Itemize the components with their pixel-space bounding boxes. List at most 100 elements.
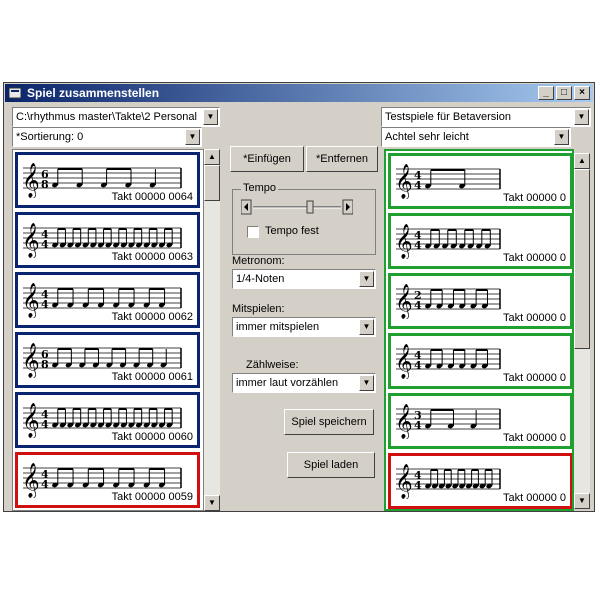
- save-game-button[interactable]: Spiel speichern: [284, 409, 374, 435]
- right-scrollbar[interactable]: ▲ ▼: [574, 153, 590, 509]
- mitspielen-select[interactable]: immer mitspielen ▼: [232, 317, 376, 337]
- svg-text:4: 4: [414, 419, 422, 432]
- chevron-down-icon[interactable]: ▼: [574, 109, 589, 125]
- close-icon[interactable]: ×: [574, 86, 590, 100]
- remove-button[interactable]: *Entfernen: [306, 146, 378, 172]
- zaehlweise-select[interactable]: immer laut vorzählen ▼: [232, 373, 376, 393]
- bar-number-label: Takt 00000 0060: [111, 431, 193, 443]
- collection-select[interactable]: Testspiele für Betaversion ▼: [381, 107, 591, 127]
- svg-text:4: 4: [41, 478, 49, 491]
- tempo-group: Tempo Tempo fest: [232, 182, 376, 255]
- staff-icon: 𝄞 44: [395, 164, 501, 199]
- load-game-button[interactable]: Spiel laden: [287, 452, 375, 478]
- right-bar-card[interactable]: 𝄞 4 4 Takt 00000 0: [388, 213, 572, 269]
- scroll-up-icon[interactable]: ▲: [204, 149, 220, 165]
- tempo-fixed-label: Tempo fest: [265, 225, 319, 237]
- zaehlweise-value: immer laut vorzählen: [236, 377, 339, 389]
- right-bar-card[interactable]: 𝄞 2 4 Takt 00000 0: [388, 273, 572, 329]
- chevron-down-icon[interactable]: ▼: [359, 375, 374, 391]
- chevron-down-icon[interactable]: ▼: [185, 129, 200, 145]
- left-bar-card[interactable]: 𝄞 6 8 Takt 00000 0064: [15, 152, 200, 208]
- app-window: Spiel zusammenstellen _ □ × C:\rhythmus …: [3, 82, 595, 512]
- tempo-fixed-checkbox[interactable]: [247, 226, 259, 238]
- staff-icon: 𝄞 44: [395, 224, 501, 259]
- bar-number-label: Takt 00000 0: [503, 252, 566, 264]
- chevron-down-icon[interactable]: ▼: [554, 129, 569, 145]
- mitspielen-label: Mitspielen:: [232, 303, 285, 315]
- level-value: Achtel sehr leicht: [385, 131, 469, 143]
- bar-number-label: Takt 00000 0064: [111, 191, 193, 203]
- right-bar-card[interactable]: 𝄞 3 4 Takt 00000 0: [388, 393, 572, 449]
- svg-text:4: 4: [414, 179, 422, 192]
- left-bar-card[interactable]: 𝄞 4 4 Takt 00000 0063: [15, 212, 200, 268]
- path-value: C:\rhythmus master\Takte\2 Personal: [16, 111, 197, 123]
- title-bar[interactable]: Spiel zusammenstellen _ □ ×: [5, 84, 593, 102]
- svg-text:4: 4: [41, 298, 49, 311]
- tempo-slider[interactable]: [241, 198, 353, 216]
- insert-button[interactable]: *Einfügen: [230, 146, 304, 172]
- bar-number-label: Takt 00000 0: [503, 492, 566, 504]
- svg-text:4: 4: [41, 418, 49, 431]
- mitspielen-value: immer mitspielen: [236, 321, 320, 333]
- scroll-up-icon[interactable]: ▲: [574, 153, 590, 169]
- left-scrollbar[interactable]: ▲ ▼: [204, 149, 220, 511]
- bar-number-label: Takt 00000 0062: [111, 311, 193, 323]
- bar-number-label: Takt 00000 0063: [111, 251, 193, 263]
- maximize-icon[interactable]: □: [556, 86, 572, 100]
- sort-select[interactable]: *Sortierung: 0 ▼: [12, 127, 202, 147]
- svg-text:8: 8: [41, 358, 49, 371]
- left-bar-card[interactable]: 𝄞 4 4 Takt 00000 0059: [15, 452, 200, 508]
- svg-text:𝄞: 𝄞: [395, 224, 413, 259]
- scroll-down-icon[interactable]: ▼: [204, 495, 220, 511]
- svg-text:𝄞: 𝄞: [22, 403, 40, 438]
- bar-number-label: Takt 00000 0059: [111, 491, 193, 503]
- chevron-down-icon[interactable]: ▼: [359, 319, 374, 335]
- right-bar-list: 𝄞 4 4 Takt 00000 0 𝄞 4 4 Takt 00000 0 𝄞 2 4 Takt 00…: [384, 149, 574, 511]
- bar-number-label: Takt 00000 0: [503, 432, 566, 444]
- svg-text:𝄞: 𝄞: [22, 343, 40, 378]
- zaehlweise-label: Zählweise:: [246, 359, 299, 371]
- left-bar-card[interactable]: 𝄞 6 8 Takt 00000 0061: [15, 332, 200, 388]
- svg-text:𝄞: 𝄞: [395, 464, 413, 499]
- svg-text:𝄞: 𝄞: [22, 283, 40, 318]
- right-bar-card[interactable]: 𝄞 4 4 Takt 00000 0: [388, 333, 572, 389]
- svg-text:𝄞: 𝄞: [22, 163, 40, 198]
- staff-icon: 𝄞 44: [395, 464, 501, 499]
- svg-text:4: 4: [414, 359, 422, 372]
- svg-text:4: 4: [414, 299, 422, 312]
- svg-text:4: 4: [41, 238, 49, 251]
- left-bar-card[interactable]: 𝄞 4 4 Takt 00000 0060: [15, 392, 200, 448]
- bar-number-label: Takt 00000 0: [503, 312, 566, 324]
- app-icon: [9, 87, 21, 99]
- left-bar-list: 𝄞 6 8 Takt 00000 0064 𝄞 4 4 Takt 00000 0063 𝄞 4 4 T…: [12, 149, 204, 511]
- chevron-down-icon[interactable]: ▼: [359, 271, 374, 287]
- svg-text:𝄞: 𝄞: [22, 463, 40, 498]
- sort-value: *Sortierung: 0: [16, 131, 84, 143]
- metronom-value: 1/4-Noten: [236, 273, 285, 285]
- minimize-icon[interactable]: _: [538, 86, 554, 100]
- chevron-down-icon[interactable]: ▼: [203, 109, 218, 125]
- right-bar-card[interactable]: 𝄞 4 4 Takt 00000 0: [388, 453, 572, 509]
- metronom-select[interactable]: 1/4-Noten ▼: [232, 269, 376, 289]
- bar-number-label: Takt 00000 0: [503, 372, 566, 384]
- bar-number-label: Takt 00000 0: [503, 192, 566, 204]
- path-select[interactable]: C:\rhythmus master\Takte\2 Personal ▼: [12, 107, 220, 127]
- right-bar-card[interactable]: 𝄞 4 4 Takt 00000 0: [388, 153, 572, 209]
- scroll-thumb[interactable]: [204, 165, 220, 201]
- tempo-label: Tempo: [241, 182, 279, 194]
- level-select[interactable]: Achtel sehr leicht ▼: [381, 127, 571, 147]
- staff-icon: 𝄞 24: [395, 284, 501, 319]
- collection-value: Testspiele für Betaversion: [385, 111, 511, 123]
- staff-icon: 𝄞 44: [395, 344, 501, 379]
- window-title: Spiel zusammenstellen: [27, 86, 160, 100]
- scroll-thumb[interactable]: [574, 169, 590, 349]
- left-bar-card[interactable]: 𝄞 4 4 Takt 00000 0062: [15, 272, 200, 328]
- svg-text:𝄞: 𝄞: [395, 164, 413, 199]
- staff-icon: 𝄞 34: [395, 404, 501, 439]
- scroll-down-icon[interactable]: ▼: [574, 493, 590, 509]
- svg-text:4: 4: [414, 239, 422, 252]
- metronom-label: Metronom:: [232, 255, 285, 267]
- svg-text:𝄞: 𝄞: [22, 223, 40, 258]
- svg-text:4: 4: [414, 479, 422, 492]
- svg-text:𝄞: 𝄞: [395, 404, 413, 439]
